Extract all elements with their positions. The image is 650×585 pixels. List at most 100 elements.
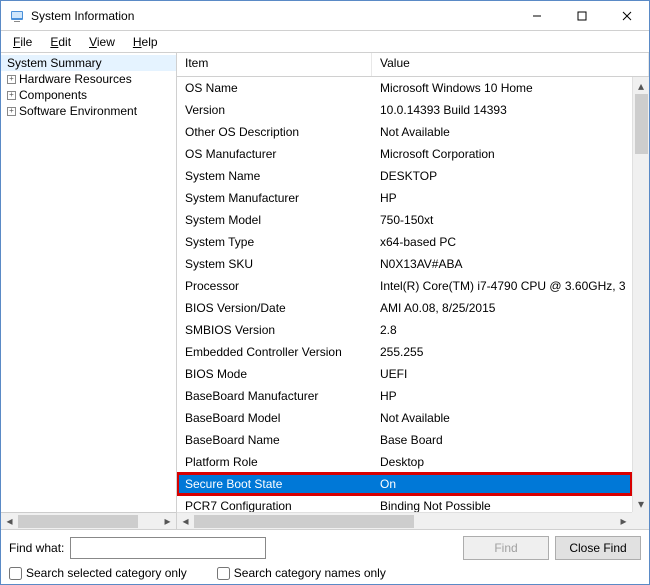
- checkbox-search-category-names[interactable]: Search category names only: [217, 566, 386, 580]
- scroll-thumb[interactable]: [18, 515, 138, 528]
- table-row[interactable]: Platform RoleDesktop: [177, 451, 632, 473]
- expand-icon[interactable]: +: [7, 107, 16, 116]
- cell-item: System Manufacturer: [177, 191, 372, 205]
- table-row[interactable]: SMBIOS Version2.8: [177, 319, 632, 341]
- app-icon: [9, 8, 25, 24]
- tree-horizontal-scrollbar[interactable]: ◂ ▸: [1, 512, 176, 529]
- table-row[interactable]: System SKUN0X13AV#ABA: [177, 253, 632, 275]
- table-row[interactable]: OS NameMicrosoft Windows 10 Home: [177, 77, 632, 99]
- tree-label: Hardware Resources: [19, 72, 132, 86]
- cell-value: 10.0.14393 Build 14393: [372, 103, 632, 117]
- cell-item: System Type: [177, 235, 372, 249]
- table-row[interactable]: Secure Boot StateOn: [177, 473, 632, 495]
- expand-icon[interactable]: +: [7, 75, 16, 84]
- table-row[interactable]: System NameDESKTOP: [177, 165, 632, 187]
- table-row[interactable]: System Model750-150xt: [177, 209, 632, 231]
- cell-value: Intel(R) Core(TM) i7-4790 CPU @ 3.60GHz,…: [372, 279, 632, 293]
- menu-edit[interactable]: Edit: [42, 33, 79, 51]
- scroll-right-icon[interactable]: ▸: [159, 513, 176, 529]
- scroll-left-icon[interactable]: ◂: [1, 513, 18, 529]
- cell-item: OS Name: [177, 81, 372, 95]
- cell-value: N0X13AV#ABA: [372, 257, 632, 271]
- cell-item: Platform Role: [177, 455, 372, 469]
- checkbox-label: Search selected category only: [26, 566, 187, 580]
- body: System Summary + Hardware Resources + Co…: [1, 53, 649, 529]
- table-row[interactable]: System ManufacturerHP: [177, 187, 632, 209]
- scroll-left-icon[interactable]: ◂: [177, 513, 194, 529]
- table-row[interactable]: PCR7 ConfigurationBinding Not Possible: [177, 495, 632, 512]
- cell-item: Other OS Description: [177, 125, 372, 139]
- cell-item: BaseBoard Manufacturer: [177, 389, 372, 403]
- tree-label: System Summary: [7, 56, 102, 70]
- minimize-button[interactable]: [514, 1, 559, 30]
- table-row[interactable]: BIOS ModeUEFI: [177, 363, 632, 385]
- maximize-button[interactable]: [559, 1, 604, 30]
- checkbox-search-selected-category[interactable]: Search selected category only: [9, 566, 187, 580]
- horizontal-scrollbar[interactable]: ◂ ▸: [177, 512, 632, 529]
- scroll-thumb[interactable]: [194, 515, 414, 528]
- cell-item: SMBIOS Version: [177, 323, 372, 337]
- table-row[interactable]: BaseBoard ManufacturerHP: [177, 385, 632, 407]
- cell-item: Embedded Controller Version: [177, 345, 372, 359]
- cell-item: OS Manufacturer: [177, 147, 372, 161]
- scroll-corner: [632, 512, 649, 529]
- table-row[interactable]: BaseBoard ModelNot Available: [177, 407, 632, 429]
- table-row[interactable]: Version10.0.14393 Build 14393: [177, 99, 632, 121]
- table-row[interactable]: Embedded Controller Version255.255: [177, 341, 632, 363]
- menu-view[interactable]: View: [81, 33, 123, 51]
- cell-item: BaseBoard Name: [177, 433, 372, 447]
- cell-value: Not Available: [372, 125, 632, 139]
- menubar: File Edit View Help: [1, 31, 649, 53]
- cell-value: x64-based PC: [372, 235, 632, 249]
- scroll-down-icon[interactable]: ▾: [633, 495, 649, 512]
- scroll-thumb[interactable]: [635, 94, 648, 154]
- close-button[interactable]: [604, 1, 649, 30]
- table-row[interactable]: System Typex64-based PC: [177, 231, 632, 253]
- checkbox-label: Search category names only: [234, 566, 386, 580]
- tree-label: Software Environment: [19, 104, 137, 118]
- expand-icon[interactable]: +: [7, 91, 16, 100]
- column-header-value[interactable]: Value: [372, 53, 649, 76]
- tree-item-hardware-resources[interactable]: + Hardware Resources: [1, 71, 176, 87]
- tree-item-software-environment[interactable]: + Software Environment: [1, 103, 176, 119]
- find-panel: Find what: Find Close Find Search select…: [1, 529, 649, 584]
- cell-item: System Name: [177, 169, 372, 183]
- menu-file[interactable]: File: [5, 33, 40, 51]
- table-row[interactable]: ProcessorIntel(R) Core(TM) i7-4790 CPU @…: [177, 275, 632, 297]
- cell-value: DESKTOP: [372, 169, 632, 183]
- cell-value: Binding Not Possible: [372, 499, 632, 512]
- tree-label: Components: [19, 88, 87, 102]
- cell-item: System SKU: [177, 257, 372, 271]
- cell-value: 2.8: [372, 323, 632, 337]
- cell-value: UEFI: [372, 367, 632, 381]
- cell-value: 750-150xt: [372, 213, 632, 227]
- cell-value: Not Available: [372, 411, 632, 425]
- find-input[interactable]: [70, 537, 265, 559]
- menu-help[interactable]: Help: [125, 33, 166, 51]
- cell-item: BIOS Mode: [177, 367, 372, 381]
- cell-value: On: [372, 477, 632, 491]
- scroll-right-icon[interactable]: ▸: [615, 513, 632, 529]
- tree-item-components[interactable]: + Components: [1, 87, 176, 103]
- cell-item: PCR7 Configuration: [177, 499, 372, 512]
- cell-item: Version: [177, 103, 372, 117]
- cell-item: Secure Boot State: [177, 477, 372, 491]
- category-tree[interactable]: System Summary + Hardware Resources + Co…: [1, 53, 177, 529]
- find-button[interactable]: Find: [463, 536, 549, 560]
- vertical-scrollbar[interactable]: ▴ ▾: [632, 77, 649, 512]
- cell-value: Desktop: [372, 455, 632, 469]
- table-row[interactable]: OS ManufacturerMicrosoft Corporation: [177, 143, 632, 165]
- column-header-item[interactable]: Item: [177, 53, 372, 76]
- table-row[interactable]: Other OS DescriptionNot Available: [177, 121, 632, 143]
- tree-root-system-summary[interactable]: System Summary: [1, 55, 176, 71]
- cell-item: System Model: [177, 213, 372, 227]
- scroll-up-icon[interactable]: ▴: [633, 77, 649, 94]
- find-label: Find what:: [9, 541, 64, 555]
- cell-item: BaseBoard Model: [177, 411, 372, 425]
- table-row[interactable]: BIOS Version/DateAMI A0.08, 8/25/2015: [177, 297, 632, 319]
- checkbox-input[interactable]: [217, 567, 230, 580]
- cell-value: 255.255: [372, 345, 632, 359]
- checkbox-input[interactable]: [9, 567, 22, 580]
- close-find-button[interactable]: Close Find: [555, 536, 641, 560]
- table-row[interactable]: BaseBoard NameBase Board: [177, 429, 632, 451]
